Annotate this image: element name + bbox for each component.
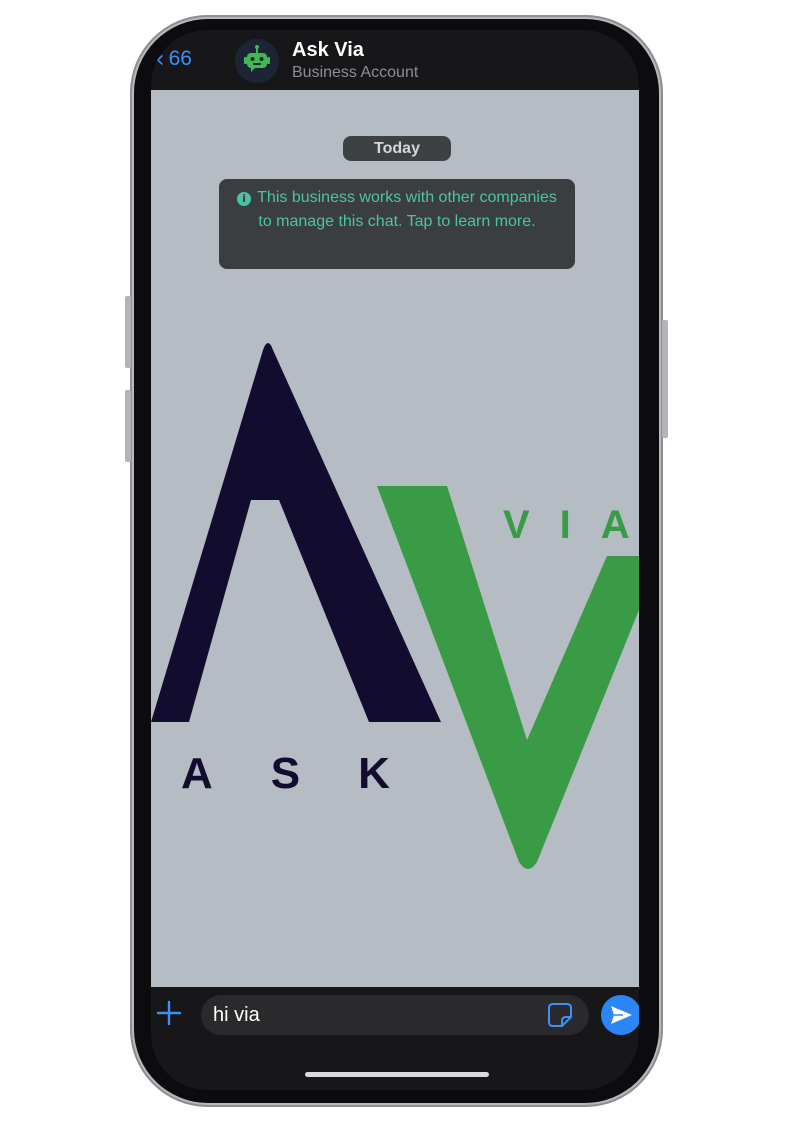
contact-name[interactable]: Ask Via [292, 39, 364, 62]
plus-icon[interactable] [155, 999, 183, 1027]
home-indicator [305, 1072, 489, 1077]
send-icon [611, 1006, 632, 1024]
back-button[interactable]: ‹ 66 [155, 47, 192, 71]
chat-header: ‹ 66 Ask Via Business Account [151, 30, 639, 90]
volume-up-button [125, 296, 131, 368]
contact-subtitle: Business Account [292, 64, 419, 81]
volume-down-button [125, 390, 131, 462]
message-input-bar: hi via [151, 987, 639, 1090]
send-button[interactable] [601, 995, 639, 1035]
info-icon: i [237, 192, 252, 206]
avatar[interactable] [235, 39, 279, 83]
robot-icon [235, 39, 279, 83]
unread-count: 66 [168, 47, 192, 70]
date-separator: Today [343, 136, 451, 161]
power-button [662, 320, 668, 438]
logo-top-text: VIA [503, 503, 639, 547]
chevron-left-icon: ‹ [155, 45, 165, 73]
notice-text: This business works with other companies… [257, 189, 557, 230]
business-notice[interactable]: i This business works with other companie… [219, 179, 575, 269]
ask-via-logo: VIA ASK [151, 343, 639, 869]
phone-screen: ‹ 66 Ask Via Business Account Today i Thi… [151, 30, 639, 1090]
message-input[interactable]: hi via [201, 995, 589, 1035]
logo-bottom-text: ASK [181, 749, 448, 798]
sticker-icon[interactable] [547, 1002, 573, 1028]
chat-area[interactable]: Today i This business works with other co… [151, 90, 639, 987]
